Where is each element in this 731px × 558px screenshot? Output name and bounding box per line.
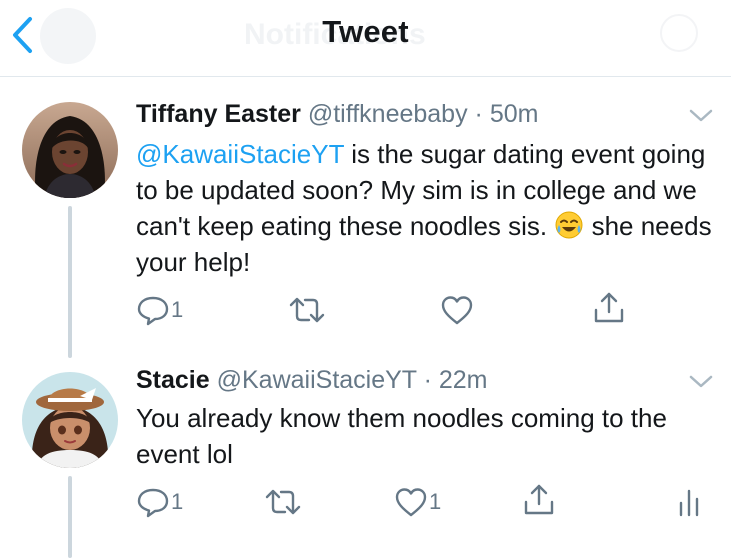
tweet-item[interactable]: Tiffany Easter @tiffkneebaby · 50m @Kawa… [0,90,731,358]
tweet-menu-button[interactable] [688,374,714,390]
reply-button[interactable]: 1 [136,292,183,328]
retweet-button[interactable] [288,292,326,328]
retweet-button[interactable] [264,484,302,520]
retweet-icon [289,297,325,323]
avatar-image [22,372,118,468]
share-button[interactable] [522,482,556,518]
reply-count: 1 [171,489,184,514]
page-title: Tweet [322,14,409,49]
timestamp: 22m [438,366,488,394]
analytics-button[interactable] [674,484,704,520]
thread-line [68,476,72,558]
face-with-tears-of-joy-icon [554,210,584,240]
like-count: 1 [429,489,442,514]
tweet-item[interactable]: Stacie @KawaiiStacieYT · 22m You already… [0,358,731,558]
reply-bubble-icon [137,488,169,518]
like-button[interactable] [440,292,474,328]
tweet-text: You already know them noodles coming to … [136,403,667,469]
reply-count: 1 [171,297,184,322]
share-icon [524,484,554,515]
top-nav-bar: Notifications Tweet [0,0,731,77]
user-handle[interactable]: @KawaiiStacieYT [217,366,417,394]
share-button[interactable] [592,290,626,326]
reply-button[interactable]: 1 [136,484,183,520]
display-name[interactable]: Stacie [136,366,210,394]
display-name[interactable]: Tiffany Easter [136,100,301,128]
timestamp: 50m [489,100,539,128]
heart-icon [441,296,473,325]
avatar[interactable] [22,102,118,198]
tweet-header: Stacie @KawaiiStacieYT · 22m [136,366,488,395]
avatar-image [22,102,118,198]
separator-dot: · [423,366,432,394]
like-button[interactable]: 1 [394,484,441,520]
heart-icon [395,488,427,517]
analytics-icon [679,489,699,517]
mention-link[interactable]: @KawaiiStacieYT [136,139,344,169]
tweet-text: @KawaiiStacieYT is the sugar dating even… [136,136,716,280]
user-handle[interactable]: @tiffkneebaby [308,100,468,128]
chevron-down-icon [689,375,713,388]
retweet-icon [265,489,301,515]
tweet-header: Tiffany Easter @tiffkneebaby · 50m [136,100,538,129]
share-icon [594,292,624,323]
thread-line [68,206,72,358]
tweet-menu-button[interactable] [688,108,714,124]
avatar[interactable] [22,372,118,468]
chevron-down-icon [689,109,713,122]
separator-dot: · [474,100,483,128]
reply-bubble-icon [137,296,169,326]
